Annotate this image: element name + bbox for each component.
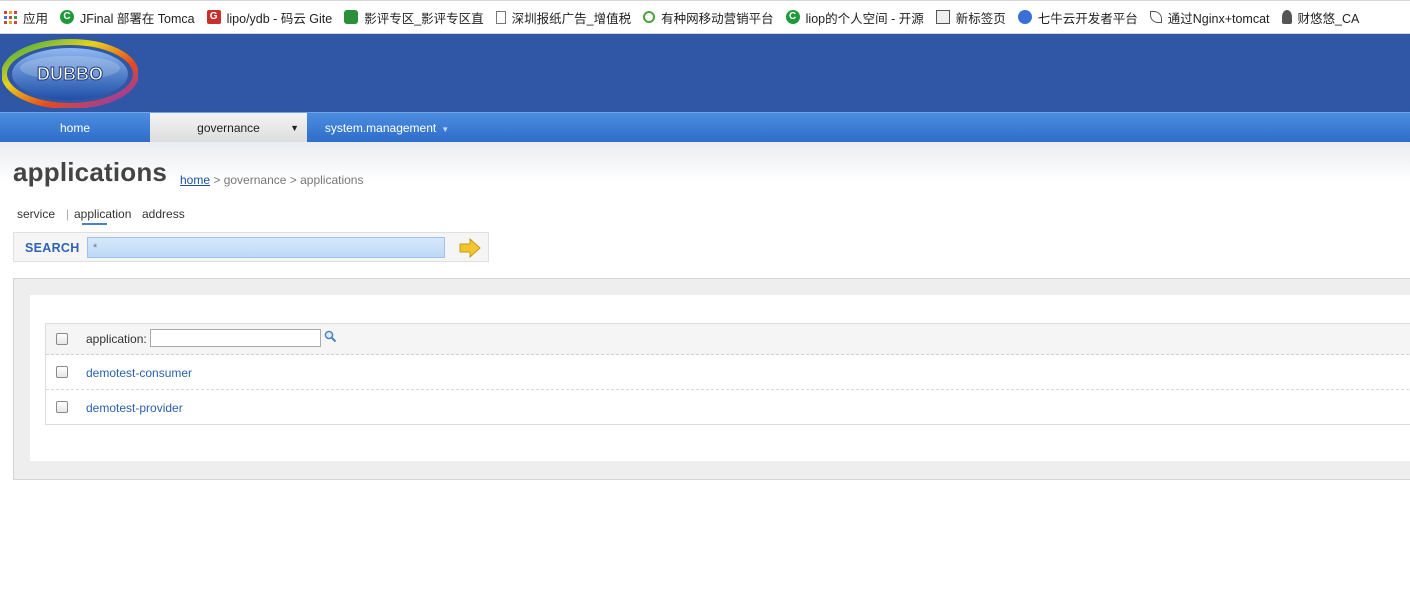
content-panel: application: demotest-consumer demotest-…: [13, 278, 1410, 480]
tab-application[interactable]: application: [74, 207, 131, 221]
panda-icon: [344, 10, 359, 24]
nav-governance[interactable]: governance ▼: [150, 113, 307, 143]
tab-service[interactable]: service: [17, 207, 55, 221]
application-filter-label: application:: [86, 332, 147, 346]
bookmark-jfinal[interactable]: C JFinal 部署在 Tomca: [60, 8, 195, 27]
search-icon[interactable]: [324, 330, 337, 343]
apps-grid-icon: [4, 10, 17, 24]
table-row: demotest-consumer: [46, 355, 1410, 390]
bookmark-newtab[interactable]: 新标签页: [935, 8, 1006, 27]
applications-table: application: demotest-consumer demotest-…: [45, 323, 1410, 425]
main-nav: home governance ▼ system.management ▼: [0, 112, 1410, 143]
nav-governance-label: governance: [197, 121, 260, 135]
page-title: applications: [13, 157, 168, 187]
dubbo-logo[interactable]: DUBBO: [2, 38, 138, 108]
eco-icon: [643, 11, 656, 23]
bookmark-newspaper[interactable]: 深圳报纸广告_增值税: [495, 8, 632, 27]
search-bar: SEARCH: [13, 232, 489, 262]
gitee-icon: G: [206, 10, 221, 24]
leaf-icon: [1149, 11, 1162, 23]
bookmark-qiniu[interactable]: 七牛云开发者平台: [1017, 8, 1138, 27]
nav-system-management[interactable]: system.management ▼: [307, 113, 467, 143]
picture-icon: [935, 10, 950, 24]
green-c-icon: C: [60, 10, 75, 24]
bookmark-label: liop的个人空间 - 开源: [805, 11, 924, 26]
tab-address[interactable]: address: [142, 207, 185, 221]
bookmark-label: 应用: [23, 11, 49, 26]
search-label: SEARCH: [25, 241, 80, 255]
logo-text: DUBBO: [37, 64, 103, 84]
nav-home[interactable]: home: [0, 113, 150, 143]
qiniu-icon: [1017, 10, 1032, 24]
bookmark-review[interactable]: 影评专区_影评专区直: [344, 8, 484, 27]
bookmark-label: 有种网移动营销平台: [661, 11, 774, 26]
tab-separator: |: [66, 207, 70, 221]
bookmark-gitee[interactable]: G lipo/ydb - 码云 Gite: [206, 8, 333, 27]
bookmark-label: 财悠悠_CA: [1297, 11, 1360, 26]
dropdown-arrow-icon: ▼: [290, 123, 299, 133]
nav-home-label: home: [59, 121, 91, 135]
bookmarks-bar: 应用 C JFinal 部署在 Tomca G lipo/ydb - 码云 Gi…: [0, 0, 1410, 34]
dropdown-arrow-icon: ▼: [441, 125, 450, 134]
table-row: demotest-provider: [46, 390, 1410, 424]
select-all-checkbox[interactable]: [56, 333, 68, 345]
green-c-icon: C: [785, 10, 800, 24]
application-link[interactable]: demotest-consumer: [86, 366, 192, 380]
bookmark-label: 影评专区_影评专区直: [364, 11, 484, 26]
bookmark-marketing[interactable]: 有种网移动营销平台: [643, 8, 774, 27]
bookmark-label: 深圳报纸广告_增值税: [511, 11, 632, 26]
search-input[interactable]: [87, 237, 445, 258]
bookmark-label: 新标签页: [955, 11, 1006, 26]
nav-system-label: system.management: [324, 121, 437, 135]
bookmark-apps[interactable]: 应用: [4, 8, 48, 27]
breadcrumb-home-link[interactable]: home: [180, 173, 210, 187]
table-header-row: application:: [46, 324, 1410, 355]
breadcrumb: home > governance > applications: [180, 173, 363, 187]
arrow-right-icon[interactable]: [459, 238, 481, 258]
bookmark-nginx[interactable]: 通过Nginx+tomcat: [1149, 8, 1270, 27]
bookmark-label: 七牛云开发者平台: [1037, 11, 1138, 26]
row-checkbox[interactable]: [56, 366, 68, 378]
page-icon: [495, 10, 506, 24]
site-header: DUBBO: [0, 34, 1410, 112]
bookmark-label: lipo/ydb - 码云 Gite: [226, 11, 333, 26]
bookmark-liop[interactable]: C liop的个人空间 - 开源: [785, 8, 924, 27]
application-link[interactable]: demotest-provider: [86, 401, 183, 415]
active-tab-indicator: [82, 223, 107, 225]
person-icon: [1281, 10, 1292, 24]
bookmark-label: 通过Nginx+tomcat: [1167, 11, 1270, 26]
content-inner: application: demotest-consumer demotest-…: [30, 295, 1410, 461]
row-checkbox[interactable]: [56, 401, 68, 413]
application-filter-input[interactable]: [150, 329, 321, 347]
breadcrumb-path: > governance > applications: [210, 173, 364, 187]
bookmark-label: JFinal 部署在 Tomca: [80, 11, 195, 26]
bookmark-caiyouyou[interactable]: 财悠悠_CA: [1281, 8, 1360, 27]
